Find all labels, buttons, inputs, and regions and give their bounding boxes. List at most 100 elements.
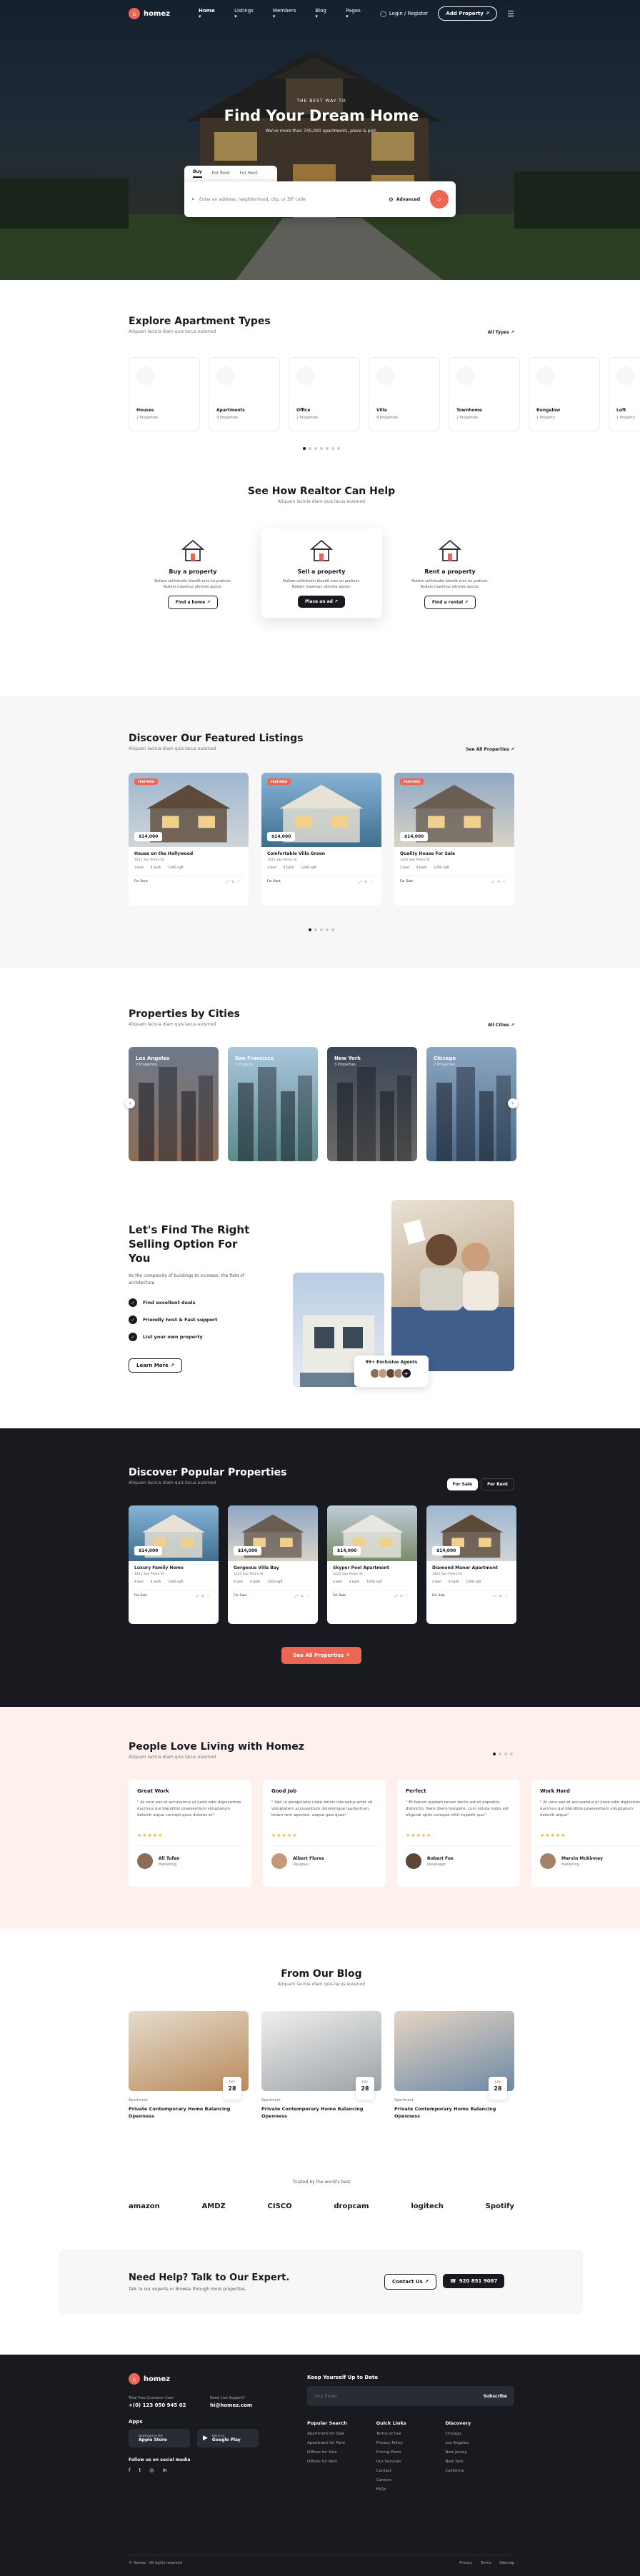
page-dot[interactable] bbox=[320, 928, 323, 931]
property-card[interactable]: FEATURED $14,000 Quality House For Sale 142… bbox=[394, 773, 514, 906]
twitter-icon[interactable]: t bbox=[139, 2467, 141, 2473]
login-link[interactable]: Login / Register bbox=[389, 11, 429, 16]
blog-card[interactable]: July 28 Apartment Private Contemporary Home… bbox=[129, 2011, 249, 2125]
share-icon[interactable]: ↻ bbox=[400, 1595, 406, 1598]
share-icon[interactable]: ↻ bbox=[499, 1595, 505, 1598]
advanced-button[interactable]: Advanced bbox=[396, 197, 420, 202]
blog-card[interactable]: July 28 Apartment Private Contemporary Home… bbox=[261, 2011, 381, 2125]
footer-link[interactable]: Our Services bbox=[376, 2460, 446, 2464]
share-icon[interactable]: ↻ bbox=[231, 881, 237, 884]
page-dot[interactable] bbox=[499, 1753, 501, 1755]
page-dot[interactable] bbox=[314, 928, 317, 931]
footer-link[interactable]: Offices for Sale bbox=[307, 2450, 376, 2455]
type-card[interactable]: Apartments 3 Properties bbox=[209, 357, 280, 431]
footer-link[interactable]: Los Angeles bbox=[445, 2441, 514, 2445]
all-types-link[interactable]: All Types ↗ bbox=[488, 330, 514, 335]
footer-link[interactable]: Careers bbox=[376, 2478, 446, 2482]
footer-link[interactable]: California bbox=[445, 2469, 514, 2473]
subscribe-button[interactable]: Subscribe bbox=[484, 2394, 507, 2399]
heart-icon[interactable]: ♡ bbox=[237, 881, 243, 884]
footer-link[interactable]: Terms of Use bbox=[376, 2432, 446, 2436]
legal-privacy-link[interactable]: Privacy bbox=[459, 2561, 472, 2565]
add-property-button[interactable]: Add Property ↗ bbox=[438, 6, 498, 21]
tab-rent[interactable]: For Rent bbox=[212, 171, 230, 176]
share-icon[interactable]: ↻ bbox=[364, 881, 370, 884]
type-card[interactable]: Office 2 Properties bbox=[289, 357, 360, 431]
nav-home[interactable]: Home ▾ bbox=[199, 8, 219, 19]
footer-link[interactable]: FAQs bbox=[376, 2487, 446, 2492]
learn-more-button[interactable]: Learn More ↗ bbox=[129, 1358, 183, 1373]
share-icon[interactable]: ↻ bbox=[201, 1595, 207, 1598]
footer-link[interactable]: Offices for Rent bbox=[307, 2460, 376, 2464]
search-input[interactable] bbox=[199, 196, 389, 202]
city-card[interactable]: Los Angeles 2 Properties bbox=[129, 1047, 219, 1161]
page-dot[interactable] bbox=[309, 928, 311, 931]
property-card[interactable]: $14,000 Gorgeous Villa Bay 1421 San Pedro … bbox=[228, 1505, 318, 1624]
legal-terms-link[interactable]: Terms bbox=[481, 2561, 491, 2565]
nav-members[interactable]: Members ▾ bbox=[273, 8, 299, 19]
footer-link[interactable]: New Jersey bbox=[445, 2450, 514, 2455]
property-card[interactable]: $14,000 Luxury Family Home 1421 San Pedro … bbox=[129, 1505, 219, 1624]
google-play-button[interactable]: ▶ Get it on Google Play bbox=[197, 2429, 259, 2447]
apple-store-button[interactable]: Download on the Apple Store bbox=[129, 2429, 190, 2447]
property-card[interactable]: $14,000 Skyper Pool Apartment 1421 San Ped… bbox=[327, 1505, 417, 1624]
tab-for-rent[interactable]: For Rent bbox=[481, 1478, 514, 1490]
heart-icon[interactable]: ♡ bbox=[505, 1595, 511, 1598]
nav-listings[interactable]: Listings ▾ bbox=[234, 8, 257, 19]
search-submit-button[interactable]: ⌕ bbox=[430, 190, 449, 209]
footer-link[interactable]: New York bbox=[445, 2460, 514, 2464]
nav-pages[interactable]: Pages ▾ bbox=[346, 8, 364, 19]
footer-link[interactable]: Apartment for Rent bbox=[307, 2441, 376, 2445]
type-card[interactable]: Loft 1 Property bbox=[609, 357, 640, 431]
city-card[interactable]: Chicago 2 Properties bbox=[426, 1047, 516, 1161]
property-card[interactable]: FEATURED $14,000 Comfortable Villa Green 14… bbox=[261, 773, 381, 906]
care-phone[interactable]: +(0) 123 050 945 02 bbox=[129, 2402, 186, 2408]
page-dot[interactable] bbox=[320, 447, 323, 450]
footer-link[interactable]: Apartment for Sale bbox=[307, 2432, 376, 2436]
linkedin-icon[interactable]: in bbox=[162, 2467, 166, 2473]
page-dot[interactable] bbox=[504, 1753, 507, 1755]
see-all-properties-button[interactable]: See All Properties ↗ bbox=[281, 1647, 361, 1664]
page-dot[interactable] bbox=[337, 447, 340, 450]
facebook-icon[interactable]: f bbox=[129, 2467, 130, 2473]
page-dot[interactable] bbox=[326, 928, 329, 931]
footer-link[interactable]: Pricing Plans bbox=[376, 2450, 446, 2455]
help-card-button[interactable]: Find a home ↗ bbox=[167, 596, 219, 609]
heart-icon[interactable]: ♡ bbox=[370, 881, 376, 884]
city-card[interactable]: New York 3 Properties bbox=[327, 1047, 417, 1161]
heart-icon[interactable]: ♡ bbox=[503, 881, 509, 884]
type-card[interactable]: Bungalow 1 Property bbox=[529, 357, 600, 431]
page-dot[interactable] bbox=[309, 447, 311, 450]
see-all-featured-link[interactable]: See All Properties ↗ bbox=[466, 747, 514, 752]
type-card[interactable]: Villa 4 Properties bbox=[369, 357, 440, 431]
cities-prev-icon[interactable]: ‹ bbox=[125, 1098, 135, 1108]
instagram-icon[interactable]: ◎ bbox=[149, 2467, 154, 2473]
footer-link[interactable]: Contact bbox=[376, 2469, 446, 2473]
page-dot[interactable] bbox=[331, 447, 334, 450]
page-dot[interactable] bbox=[326, 447, 329, 450]
help-card-button[interactable]: Find a rental ↗ bbox=[424, 596, 476, 609]
property-card[interactable]: FEATURED $14,000 House on the Hollywood 142… bbox=[129, 773, 249, 906]
cities-next-icon[interactable]: › bbox=[508, 1098, 518, 1108]
type-card[interactable]: Houses 2 Properties bbox=[129, 357, 200, 431]
share-icon[interactable]: ↻ bbox=[301, 1595, 306, 1598]
phone-button[interactable]: ☎ 920 851 9087 bbox=[443, 2274, 505, 2288]
page-dot[interactable] bbox=[314, 447, 317, 450]
support-email[interactable]: hi@homez.com bbox=[210, 2402, 252, 2408]
type-card[interactable]: Townhome 2 Properties bbox=[449, 357, 520, 431]
blog-card[interactable]: July 28 Apartment Private Contemporary Home… bbox=[394, 2011, 514, 2125]
page-dot[interactable] bbox=[303, 447, 306, 450]
share-icon[interactable]: ↻ bbox=[497, 881, 503, 884]
page-dot[interactable] bbox=[493, 1753, 496, 1755]
heart-icon[interactable]: ♡ bbox=[306, 1595, 312, 1598]
newsletter-email-input[interactable] bbox=[314, 2393, 484, 2399]
logo[interactable]: ⌂ homez bbox=[129, 8, 170, 19]
help-card-button[interactable]: Place an ad ↗ bbox=[297, 596, 346, 608]
all-cities-link[interactable]: All Cities ↗ bbox=[488, 1023, 514, 1028]
footer-brand[interactable]: homez bbox=[144, 2375, 170, 2383]
contact-us-button[interactable]: Contact Us ↗ bbox=[384, 2274, 437, 2290]
page-dot[interactable] bbox=[331, 928, 334, 931]
footer-link[interactable]: Chicago bbox=[445, 2432, 514, 2436]
city-card[interactable]: San Francisco 1 Property bbox=[228, 1047, 318, 1161]
menu-icon[interactable]: ☰ bbox=[507, 9, 514, 19]
